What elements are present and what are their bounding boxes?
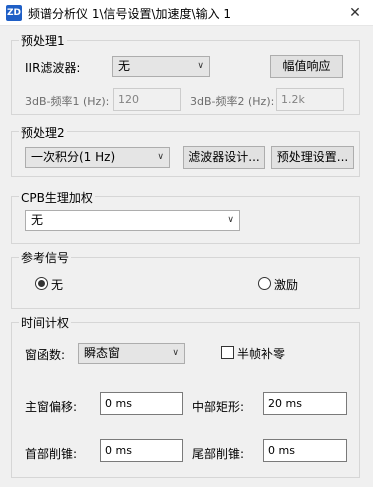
iir-filter-label: IIR滤波器:	[25, 61, 81, 75]
close-icon[interactable]: ✕	[343, 2, 367, 24]
tail-taper-label: 尾部削锥:	[192, 447, 245, 461]
app-logo-icon: ZD	[6, 5, 22, 21]
main-offset-label: 主窗偏移:	[25, 400, 78, 414]
reference-excitation-label[interactable]: 激励	[274, 276, 298, 293]
window-title: 频谱分析仪 1\信号设置\加速度\输入 1	[28, 7, 232, 21]
middle-rect-field[interactable]: 20 ms	[263, 392, 347, 415]
middle-rect-label: 中部矩形:	[192, 400, 245, 414]
window-function-label: 窗函数:	[25, 348, 66, 362]
chevron-down-icon: ∨	[157, 152, 164, 162]
preprocess2-title: 预处理2	[19, 124, 67, 141]
filter-design-button[interactable]: 滤波器设计...	[183, 146, 265, 169]
head-taper-field[interactable]: 0 ms	[100, 439, 183, 462]
chevron-down-icon: ∨	[172, 348, 179, 358]
title-bar: ZD 频谱分析仪 1\信号设置\加速度\输入 1 ✕	[0, 0, 373, 26]
freq1-label: 3dB-频率1 (Hz):	[25, 95, 110, 108]
freq-response-button[interactable]: 幅值响应	[270, 55, 343, 78]
tail-taper-field[interactable]: 0 ms	[263, 439, 347, 462]
time-weighting-title: 时间计权	[19, 314, 72, 331]
cpb-title: CPB生理加权	[19, 189, 95, 206]
main-offset-field[interactable]: 0 ms	[100, 392, 183, 415]
window-function-select[interactable]: 瞬态窗 ∨	[78, 343, 185, 364]
integration-select[interactable]: 一次积分(1 Hz) ∨	[25, 147, 170, 168]
reference-none-label[interactable]: 无	[51, 276, 63, 293]
freq2-label: 3dB-频率2 (Hz):	[190, 95, 275, 108]
preprocess1-title: 预处理1	[19, 32, 67, 49]
head-taper-label: 首部削锥:	[25, 447, 78, 461]
radio-selected-dot	[38, 280, 45, 287]
freq2-field[interactable]: 1.2k	[276, 88, 344, 111]
half-frame-checkbox[interactable]	[221, 346, 234, 359]
chevron-down-icon: ∨	[197, 61, 204, 71]
half-frame-label[interactable]: 半帧补零	[237, 345, 285, 362]
reference-excitation-radio[interactable]	[258, 277, 271, 290]
iir-filter-value: 无	[118, 59, 131, 73]
iir-filter-select[interactable]: 无 ∨	[112, 56, 210, 77]
cpb-weighting-value: 无	[31, 213, 44, 227]
chevron-down-icon: ∨	[227, 215, 234, 225]
cpb-weighting-select[interactable]: 无 ∨	[25, 210, 240, 231]
freq1-field[interactable]: 120	[113, 88, 181, 111]
window-function-value: 瞬态窗	[84, 346, 121, 360]
preprocess-settings-button[interactable]: 预处理设置...	[271, 146, 354, 169]
integration-value: 一次积分(1 Hz)	[31, 150, 116, 164]
reference-none-radio[interactable]	[35, 277, 48, 290]
reference-title: 参考信号	[19, 249, 72, 266]
